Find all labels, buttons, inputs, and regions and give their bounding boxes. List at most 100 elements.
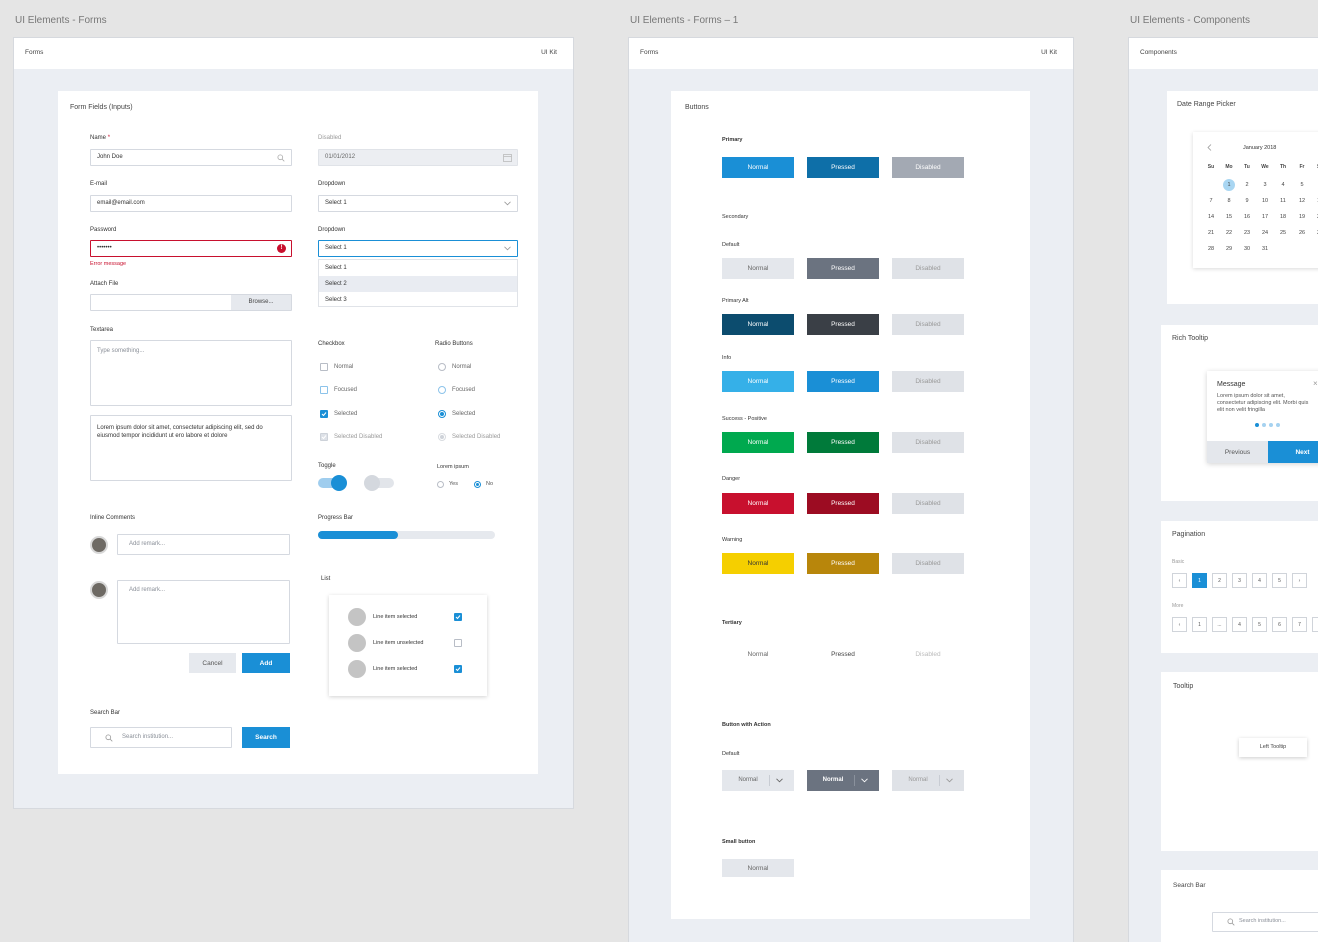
- calendar-day[interactable]: 10: [1258, 198, 1272, 204]
- calendar-day[interactable]: 24: [1258, 230, 1272, 236]
- page-button[interactable]: 1: [1192, 573, 1207, 588]
- radio-no[interactable]: [474, 481, 481, 488]
- calendar-day[interactable]: 11: [1276, 198, 1290, 204]
- warning-pressed-button[interactable]: Pressed: [807, 553, 879, 574]
- browse-button[interactable]: Browse...: [231, 295, 291, 310]
- calendar-day[interactable]: 28: [1204, 246, 1218, 252]
- calendar-day[interactable]: 17: [1258, 214, 1272, 220]
- calendar-day[interactable]: 9: [1240, 198, 1254, 204]
- dropdown-option[interactable]: Select 1: [319, 260, 517, 276]
- list-item-checkbox[interactable]: [454, 613, 462, 621]
- calendar-day[interactable]: 25: [1276, 230, 1290, 236]
- previous-button[interactable]: Previous: [1207, 441, 1268, 463]
- next-button[interactable]: Next: [1268, 441, 1318, 463]
- toggle-off[interactable]: [364, 475, 394, 491]
- page-button[interactable]: 3: [1232, 573, 1247, 588]
- calendar-day[interactable]: 12: [1295, 198, 1309, 204]
- chevron-left-icon[interactable]: ‹: [1172, 617, 1187, 632]
- calendar-day[interactable]: 27: [1313, 230, 1318, 236]
- calendar-day[interactable]: 14: [1204, 214, 1218, 220]
- page-button[interactable]: 4: [1232, 617, 1247, 632]
- dropdown-option[interactable]: Select 3: [319, 292, 517, 308]
- calendar-day-selected[interactable]: 1: [1223, 179, 1235, 191]
- chevron-left-icon[interactable]: [1207, 144, 1212, 151]
- success-pressed-button[interactable]: Pressed: [807, 432, 879, 453]
- calendar-day[interactable]: 26: [1295, 230, 1309, 236]
- calendar-day[interactable]: 4: [1276, 182, 1290, 188]
- list-item-checkbox[interactable]: [454, 639, 462, 647]
- textarea-empty[interactable]: Type something...: [90, 340, 292, 406]
- primary-pressed-button[interactable]: Pressed: [807, 157, 879, 178]
- list-item-checkbox[interactable]: [454, 665, 462, 673]
- radio-selected[interactable]: [438, 410, 446, 418]
- page-button[interactable]: 5: [1252, 617, 1267, 632]
- page-button[interactable]: 1: [1192, 617, 1207, 632]
- password-input[interactable]: ••••••• !: [90, 240, 292, 257]
- attach-input[interactable]: Browse...: [90, 294, 292, 311]
- info-pressed-button[interactable]: Pressed: [807, 371, 879, 392]
- calendar-day[interactable]: 6: [1313, 182, 1318, 188]
- search-button[interactable]: Search: [242, 727, 290, 748]
- tertiary-normal-button[interactable]: Normal: [722, 644, 794, 665]
- calendar-day[interactable]: 19: [1295, 214, 1309, 220]
- dropdown-option[interactable]: Select 2: [319, 276, 517, 292]
- calendar-day[interactable]: 15: [1222, 214, 1236, 220]
- calendar-day[interactable]: 16: [1240, 214, 1254, 220]
- radio-yes[interactable]: [437, 481, 444, 488]
- calendar-day[interactable]: 21: [1204, 230, 1218, 236]
- calendar-day[interactable]: 2: [1240, 182, 1254, 188]
- textarea-filled[interactable]: Lorem ipsum dolor sit amet, consectetur …: [90, 415, 292, 481]
- page-button[interactable]: 4: [1252, 573, 1267, 588]
- calendar-day[interactable]: 20: [1313, 214, 1318, 220]
- checkbox-selected[interactable]: [320, 410, 328, 418]
- success-normal-button[interactable]: Normal: [722, 432, 794, 453]
- page-button[interactable]: 2: [1212, 573, 1227, 588]
- component-search-input[interactable]: Search institution...: [1212, 912, 1318, 932]
- page-button[interactable]: ...: [1212, 617, 1227, 632]
- remark-input[interactable]: Add remark...: [117, 534, 290, 555]
- close-icon[interactable]: ×: [1313, 379, 1318, 388]
- calendar-day[interactable]: 29: [1222, 246, 1236, 252]
- checkbox-focused[interactable]: [320, 386, 328, 394]
- page-button[interactable]: 7: [1292, 617, 1307, 632]
- calendar-day[interactable]: 30: [1240, 246, 1254, 252]
- default-pressed-button[interactable]: Pressed: [807, 258, 879, 279]
- radio-focused[interactable]: [438, 386, 446, 394]
- calendar-day[interactable]: 18: [1276, 214, 1290, 220]
- calendar-day[interactable]: 5: [1295, 182, 1309, 188]
- calendar-day[interactable]: 22: [1222, 230, 1236, 236]
- calendar-day[interactable]: 31: [1258, 246, 1272, 252]
- email-input[interactable]: email@email.com: [90, 195, 292, 212]
- chevron-left-icon[interactable]: ‹: [1172, 573, 1187, 588]
- calendar-day[interactable]: 13: [1313, 198, 1318, 204]
- primary-alt-normal-button[interactable]: Normal: [722, 314, 794, 335]
- primary-normal-button[interactable]: Normal: [722, 157, 794, 178]
- radio-normal[interactable]: [438, 363, 446, 371]
- cancel-button[interactable]: Cancel: [189, 653, 236, 673]
- calendar-day[interactable]: 23: [1240, 230, 1254, 236]
- danger-normal-button[interactable]: Normal: [722, 493, 794, 514]
- primary-alt-pressed-button[interactable]: Pressed: [807, 314, 879, 335]
- chevron-right-icon[interactable]: ›: [1292, 573, 1307, 588]
- action-normal-button[interactable]: Normal: [722, 770, 794, 791]
- calendar-day[interactable]: 8: [1222, 198, 1236, 204]
- small-normal-button[interactable]: Normal: [722, 859, 794, 877]
- default-normal-button[interactable]: Normal: [722, 258, 794, 279]
- toggle-on[interactable]: [318, 475, 347, 491]
- action-pressed-button[interactable]: Normal: [807, 770, 879, 791]
- dropdown[interactable]: Select 1: [318, 195, 518, 212]
- search-input[interactable]: Search institution...: [90, 727, 232, 748]
- page-button[interactable]: 5: [1272, 573, 1287, 588]
- danger-pressed-button[interactable]: Pressed: [807, 493, 879, 514]
- name-input[interactable]: John Doe: [90, 149, 292, 166]
- tertiary-pressed-button[interactable]: Pressed: [807, 644, 879, 665]
- add-button[interactable]: Add: [242, 653, 290, 673]
- checkbox-normal[interactable]: [320, 363, 328, 371]
- page-button[interactable]: 6: [1272, 617, 1287, 632]
- info-normal-button[interactable]: Normal: [722, 371, 794, 392]
- dropdown-open[interactable]: Select 1: [318, 240, 518, 257]
- calendar-day[interactable]: 7: [1204, 198, 1218, 204]
- remark-textarea[interactable]: Add remark...: [117, 580, 290, 644]
- chevron-right-icon[interactable]: ›: [1312, 617, 1318, 632]
- calendar-day[interactable]: 3: [1258, 182, 1272, 188]
